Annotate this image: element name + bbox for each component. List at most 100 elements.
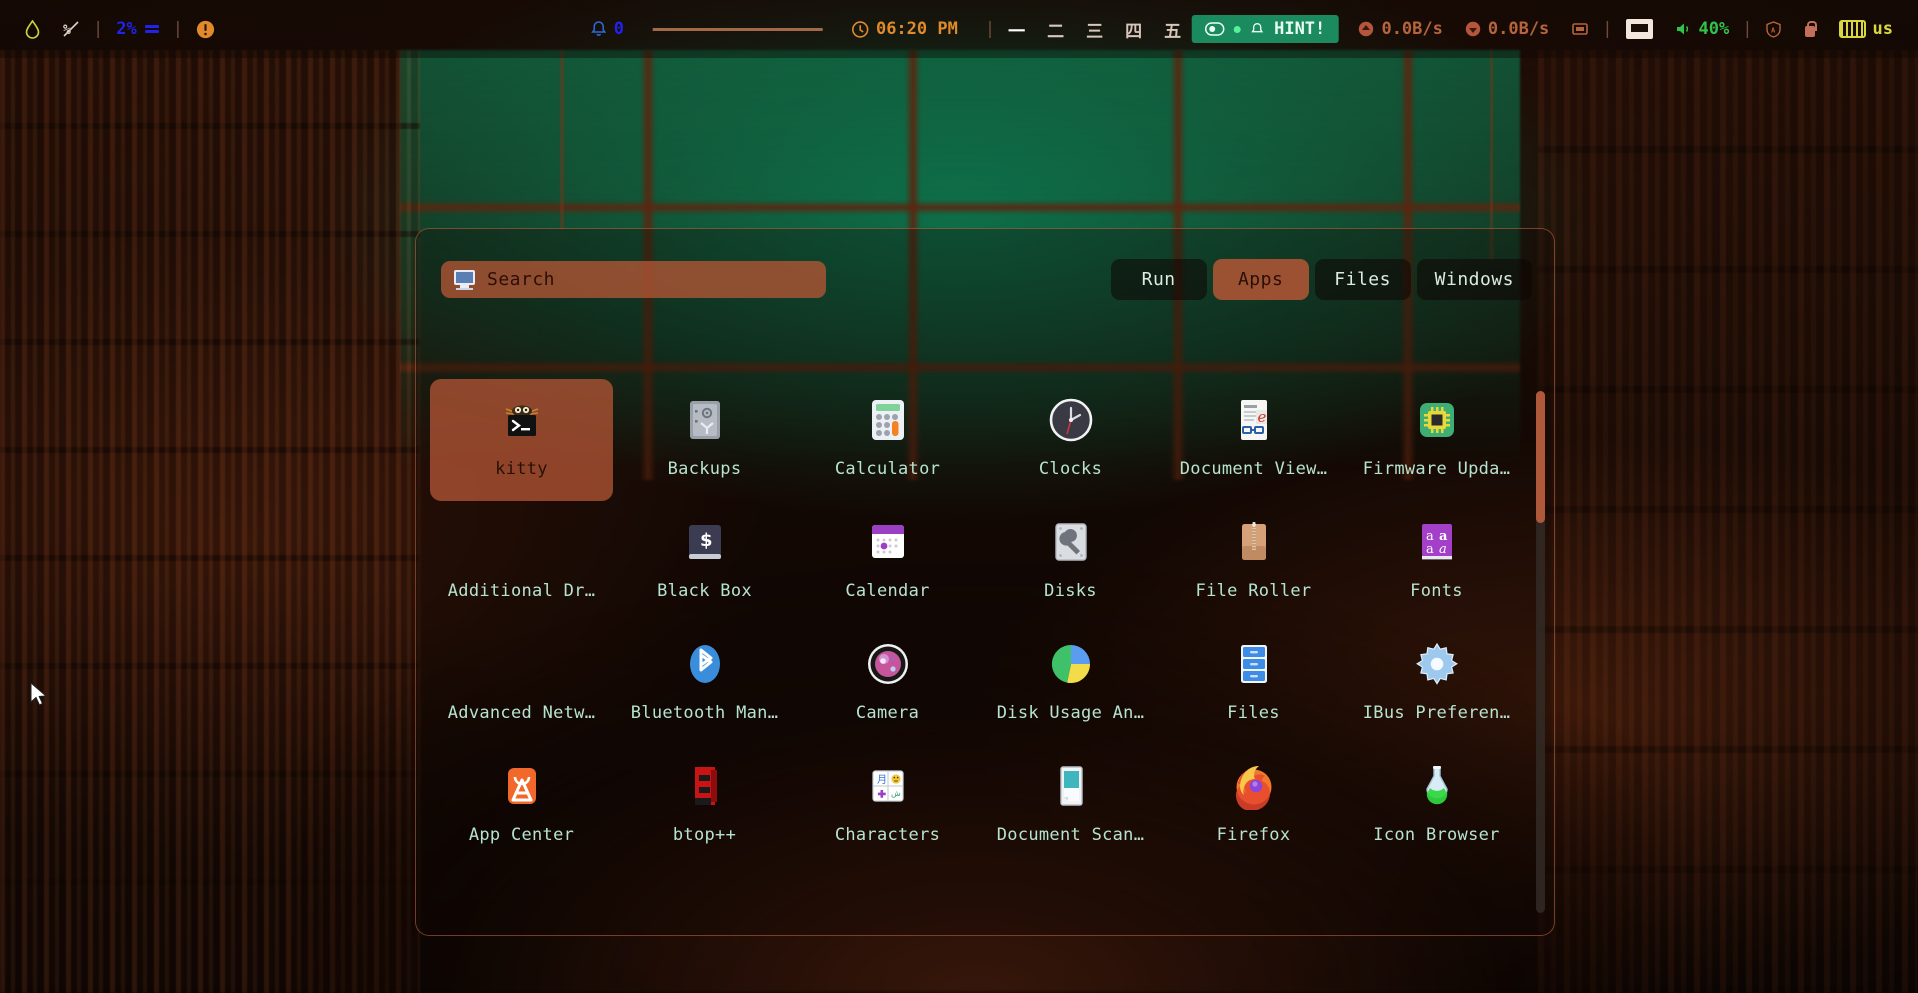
app-item[interactable]: Clocks	[979, 379, 1162, 501]
blackbox-icon: $	[679, 516, 731, 568]
app-item[interactable]: Backups	[613, 379, 796, 501]
app-grid-scrollbar[interactable]	[1536, 391, 1545, 913]
app-item[interactable]: 月شCharacters	[796, 745, 979, 867]
tab-apps-label: Apps	[1238, 269, 1283, 290]
svg-text:e: e	[1257, 408, 1266, 426]
app-item[interactable]: Advanced Netw…	[430, 623, 613, 745]
calendar-icon	[862, 516, 914, 568]
app-item[interactable]: Additional Dr…	[430, 501, 613, 623]
security-module[interactable]: A	[1755, 21, 1792, 38]
app-item[interactable]: Bluetooth Man…	[613, 623, 796, 745]
search-input[interactable]: Search	[441, 261, 826, 298]
statusbar-separator: |	[983, 19, 997, 39]
app-item[interactable]: IBus Preferen…	[1345, 623, 1528, 745]
app-item-label: Files	[1227, 703, 1280, 723]
app-item[interactable]: Document Scan…	[979, 745, 1162, 867]
keyboard-layout-module[interactable]: us	[1828, 19, 1904, 39]
app-grid-scrollbar-thumb[interactable]	[1536, 391, 1545, 523]
network-upload-module[interactable]: 0.0B/s	[1347, 19, 1453, 39]
monitor-icon	[1626, 19, 1653, 39]
app-item[interactable]: App Center	[430, 745, 613, 867]
hint-module[interactable]: HINT!	[1192, 15, 1338, 43]
clock-time: 06:20 PM	[876, 19, 958, 39]
app-item-label: File Roller	[1196, 581, 1312, 601]
app-item-label: kitty	[495, 459, 548, 479]
workspace-1[interactable]: 一	[997, 17, 1036, 42]
workspace-2[interactable]: 二	[1036, 17, 1075, 42]
app-item-label: Clocks	[1039, 459, 1102, 479]
app-item-label: Black Box	[657, 581, 752, 601]
app-item[interactable]: Icon Browser	[1345, 745, 1528, 867]
app-item-label: Calculator	[835, 459, 940, 479]
lock-icon	[1803, 21, 1817, 37]
clock-module[interactable]: 06:20 PM	[841, 19, 969, 39]
app-item[interactable]: kitty	[430, 379, 613, 501]
hint-status-dot	[1234, 26, 1241, 33]
keyboard-icon	[1839, 20, 1866, 38]
cpu-usage-module[interactable]: 2%	[105, 19, 170, 39]
tab-windows-label: Windows	[1435, 269, 1514, 290]
app-item-label: btop++	[673, 825, 736, 845]
hint-label: HINT!	[1274, 19, 1325, 39]
app-item[interactable]: Files	[1162, 623, 1345, 745]
app-item[interactable]: Firefox	[1162, 745, 1345, 867]
blank-icon	[496, 638, 548, 690]
appcenter-icon	[496, 760, 548, 812]
app-launcher-panel: Search Run Apps Files Windows kitty Backu…	[415, 228, 1555, 936]
tab-files[interactable]: Files	[1315, 259, 1411, 300]
volume-module[interactable]: 40%	[1664, 19, 1741, 39]
tab-apps[interactable]: Apps	[1213, 259, 1309, 300]
tab-windows[interactable]: Windows	[1417, 259, 1532, 300]
app-item[interactable]: Calendar	[796, 501, 979, 623]
notifications-module[interactable]: 0	[580, 19, 635, 39]
network-download-module[interactable]: 0.0B/s	[1454, 19, 1560, 39]
docscan-icon	[1045, 760, 1097, 812]
brightness-muted-icon[interactable]: %	[51, 20, 91, 38]
app-item[interactable]: eDocument View…	[1162, 379, 1345, 501]
statusbar-separator: |	[171, 19, 185, 39]
firefox-icon	[1228, 760, 1280, 812]
bluetooth-icon	[679, 638, 731, 690]
camera-icon	[862, 638, 914, 690]
btop-icon	[679, 760, 731, 812]
diskusage-icon	[1045, 638, 1097, 690]
app-item[interactable]: $ Black Box	[613, 501, 796, 623]
notifications-count: 0	[614, 19, 624, 39]
app-item[interactable]: Calculator	[796, 379, 979, 501]
app-item[interactable]: Disks	[979, 501, 1162, 623]
desktop-screen: % | 2% | 0 06:20 PM |	[0, 0, 1918, 993]
app-item[interactable]: File Roller	[1162, 501, 1345, 623]
svg-text:A: A	[1771, 26, 1776, 34]
tab-run[interactable]: Run	[1111, 259, 1207, 300]
iconbrowser-icon	[1411, 760, 1463, 812]
app-item-label: Additional Dr…	[448, 581, 596, 601]
clocks-icon	[1045, 394, 1097, 446]
app-item-label: Characters	[835, 825, 940, 845]
app-item[interactable]: Firmware Upda…	[1345, 379, 1528, 501]
statusbar-progress-line	[653, 28, 823, 31]
workspace-3[interactable]: 三	[1075, 17, 1114, 42]
lock-module[interactable]	[1792, 21, 1828, 37]
app-grid: kitty Backups Calculator Clocks eDocument Vi…	[430, 379, 1528, 867]
workspace-5[interactable]: 五	[1153, 17, 1192, 42]
app-item[interactable]: Disk Usage An…	[979, 623, 1162, 745]
display-module[interactable]	[1615, 19, 1664, 39]
svg-text:a: a	[1439, 542, 1447, 557]
workspace-4[interactable]: 四	[1114, 17, 1153, 42]
water-drop-icon[interactable]	[14, 20, 51, 39]
svg-text:a: a	[1426, 542, 1434, 557]
ethernet-icon[interactable]	[1560, 21, 1600, 37]
fonts-icon: aaaa	[1411, 516, 1463, 568]
cpu-usage-value: 2%	[116, 19, 136, 39]
kitty-icon	[496, 394, 548, 446]
app-item[interactable]: btop++	[613, 745, 796, 867]
files-icon	[1228, 638, 1280, 690]
app-item[interactable]: Camera	[796, 623, 979, 745]
statusbar-separator: |	[1600, 19, 1614, 39]
app-item-label: Disk Usage An…	[997, 703, 1145, 723]
statusbar-separator: |	[91, 19, 105, 39]
app-item[interactable]: aaaaFonts	[1345, 501, 1528, 623]
backups-icon	[679, 394, 731, 446]
calculator-icon	[862, 394, 914, 446]
warning-icon[interactable]	[185, 20, 226, 39]
